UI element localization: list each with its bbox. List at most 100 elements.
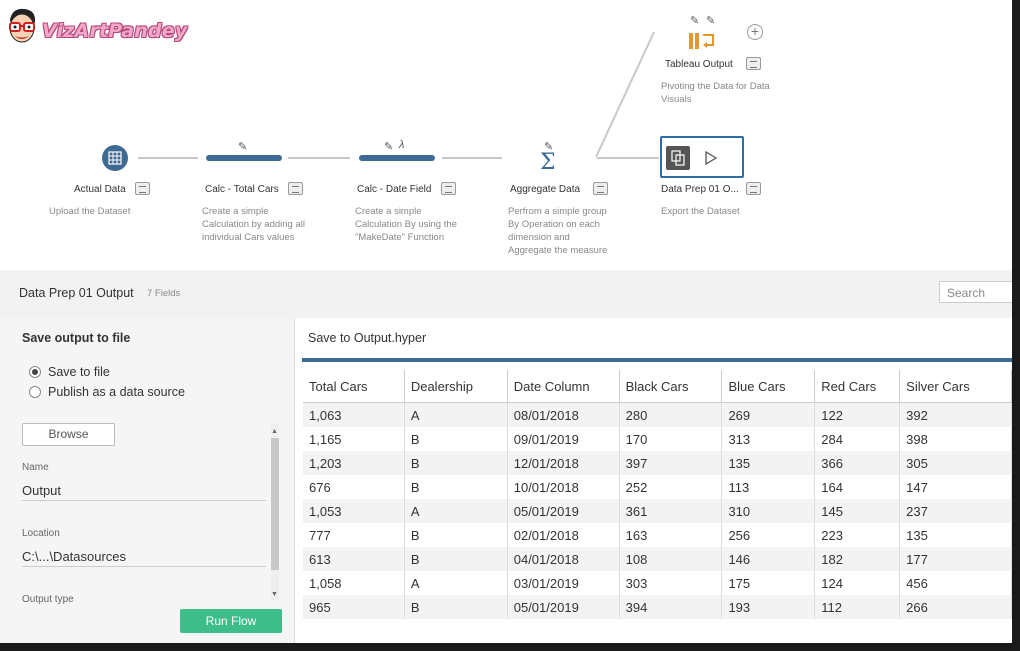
column-header[interactable]: Dealership bbox=[404, 370, 508, 403]
node-actual-data[interactable] bbox=[102, 145, 128, 171]
table-cell: 112 bbox=[814, 595, 901, 619]
name-underline bbox=[22, 500, 266, 501]
column-header[interactable]: Red Cars bbox=[814, 370, 901, 403]
table-cell: 303 bbox=[619, 571, 723, 595]
scroll-up-icon[interactable]: ▲ bbox=[271, 428, 278, 435]
add-step-icon[interactable]: + bbox=[747, 24, 763, 40]
table-cell: B bbox=[404, 523, 508, 547]
location-label: Location bbox=[22, 528, 60, 539]
panel-title: Data Prep 01 Output bbox=[19, 286, 134, 300]
table-cell: 1,203 bbox=[303, 451, 405, 475]
node-description: Create a simple Calculation by adding al… bbox=[202, 206, 305, 243]
save-to-file-radio[interactable] bbox=[29, 366, 41, 378]
name-field[interactable]: Output bbox=[22, 483, 61, 498]
name-label: Name bbox=[22, 462, 49, 473]
table-row: 1,063 A 08/01/2018 280 269 122 392 bbox=[303, 402, 1012, 427]
table-cell: 394 bbox=[619, 595, 723, 619]
rename-icon: ✎ bbox=[706, 15, 716, 27]
play-icon[interactable] bbox=[704, 150, 718, 166]
edit-document-icon: ✎ bbox=[238, 141, 248, 153]
flow-connector bbox=[442, 157, 502, 159]
comment-icon[interactable] bbox=[288, 182, 303, 195]
aggregate-sigma-icon[interactable]: Σ bbox=[540, 152, 556, 174]
table-cell: 456 bbox=[899, 571, 1012, 595]
output-node-icon bbox=[666, 146, 690, 170]
table-cell: 965 bbox=[303, 595, 405, 619]
table-cell: A bbox=[404, 571, 508, 595]
preview-title: Save to Output.hyper bbox=[308, 331, 427, 345]
table-header-row: Total Cars Dealership Date Column Black … bbox=[303, 370, 1012, 403]
table-cell: 02/01/2018 bbox=[507, 523, 620, 547]
edit-document-icon: ✎ bbox=[384, 141, 394, 153]
node-label: Actual Data bbox=[74, 184, 126, 195]
table-cell: 223 bbox=[814, 523, 901, 547]
comment-icon[interactable] bbox=[746, 57, 761, 70]
column-header[interactable]: Blue Cars bbox=[721, 370, 816, 403]
table-cell: 392 bbox=[899, 402, 1012, 427]
table-cell: 266 bbox=[899, 595, 1012, 619]
table-cell: 252 bbox=[619, 475, 723, 499]
table-cell: 256 bbox=[721, 523, 816, 547]
table-cell: 108 bbox=[619, 547, 723, 571]
pivot-icon[interactable] bbox=[688, 31, 716, 51]
table-cell: 313 bbox=[721, 427, 816, 451]
scroll-down-icon[interactable]: ▼ bbox=[271, 591, 278, 598]
table-cell: 269 bbox=[721, 402, 816, 427]
table-cell: 08/01/2018 bbox=[507, 402, 620, 427]
publish-data-source-radio[interactable] bbox=[29, 386, 41, 398]
column-header[interactable]: Date Column bbox=[507, 370, 620, 403]
scrollbar-thumb[interactable] bbox=[271, 438, 279, 570]
comment-icon[interactable] bbox=[441, 182, 456, 195]
save-to-file-label[interactable]: Save to file bbox=[48, 365, 110, 379]
table-cell: 124 bbox=[814, 571, 901, 595]
table-cell: 397 bbox=[619, 451, 723, 475]
search-placeholder: Search bbox=[947, 286, 986, 300]
node-description: Pivoting the Data for Data Visuals bbox=[661, 81, 770, 105]
table-cell: 237 bbox=[899, 499, 1012, 523]
node-output-selected[interactable] bbox=[660, 136, 744, 178]
location-field[interactable]: C:\...\Datasources bbox=[22, 549, 126, 564]
table-cell: B bbox=[404, 427, 508, 451]
table-cell: 10/01/2018 bbox=[507, 475, 620, 499]
preview-accent-bar bbox=[302, 358, 1012, 362]
table-cell: 182 bbox=[814, 547, 901, 571]
flow-connector bbox=[138, 157, 198, 159]
table-cell: B bbox=[404, 475, 508, 499]
node-label: Tableau Output bbox=[665, 59, 733, 70]
comment-icon[interactable] bbox=[135, 182, 150, 195]
table-cell: A bbox=[404, 499, 508, 523]
search-input[interactable]: Search bbox=[939, 281, 1012, 303]
node-calc-total-cars[interactable] bbox=[206, 155, 282, 161]
table-cell: 05/01/2019 bbox=[507, 499, 620, 523]
column-header[interactable]: Silver Cars bbox=[899, 370, 1012, 403]
node-description: Perfrom a simple group By Operation on e… bbox=[508, 206, 608, 256]
publish-data-source-label[interactable]: Publish as a data source bbox=[48, 385, 185, 399]
table-cell: 310 bbox=[721, 499, 816, 523]
edit-document-icon: ✎ bbox=[690, 15, 700, 27]
panel-header: Data Prep 01 Output 7 Fields Search bbox=[0, 270, 1012, 319]
comment-icon[interactable] bbox=[593, 182, 608, 195]
table-cell: 366 bbox=[814, 451, 901, 475]
table-cell: 170 bbox=[619, 427, 723, 451]
location-underline bbox=[22, 566, 266, 567]
table-cell: 164 bbox=[814, 475, 901, 499]
logo-text: VizArtPandey bbox=[42, 20, 188, 42]
browse-button[interactable]: Browse bbox=[22, 423, 115, 446]
column-header[interactable]: Black Cars bbox=[619, 370, 723, 403]
table-row: 613 B 04/01/2018 108 146 182 177 bbox=[303, 547, 1012, 571]
node-calc-date-field[interactable] bbox=[359, 155, 435, 161]
table-cell: 777 bbox=[303, 523, 405, 547]
table-cell: A bbox=[404, 402, 508, 427]
run-flow-button[interactable]: Run Flow bbox=[180, 609, 282, 633]
table-cell: 09/01/2019 bbox=[507, 427, 620, 451]
node-description: Export the Dataset bbox=[661, 206, 740, 217]
comment-icon[interactable] bbox=[746, 182, 761, 195]
flow-branch-connector bbox=[595, 31, 655, 158]
table-row: 1,053 A 05/01/2019 361 310 145 237 bbox=[303, 499, 1012, 523]
settings-scrollbar[interactable]: ▲ ▼ bbox=[271, 424, 279, 600]
column-header[interactable]: Total Cars bbox=[303, 370, 405, 403]
table-cell: 146 bbox=[721, 547, 816, 571]
table-cell: 12/01/2018 bbox=[507, 451, 620, 475]
table-cell: B bbox=[404, 547, 508, 571]
output-settings-panel: Save output to file Save to file Publish… bbox=[0, 318, 295, 643]
